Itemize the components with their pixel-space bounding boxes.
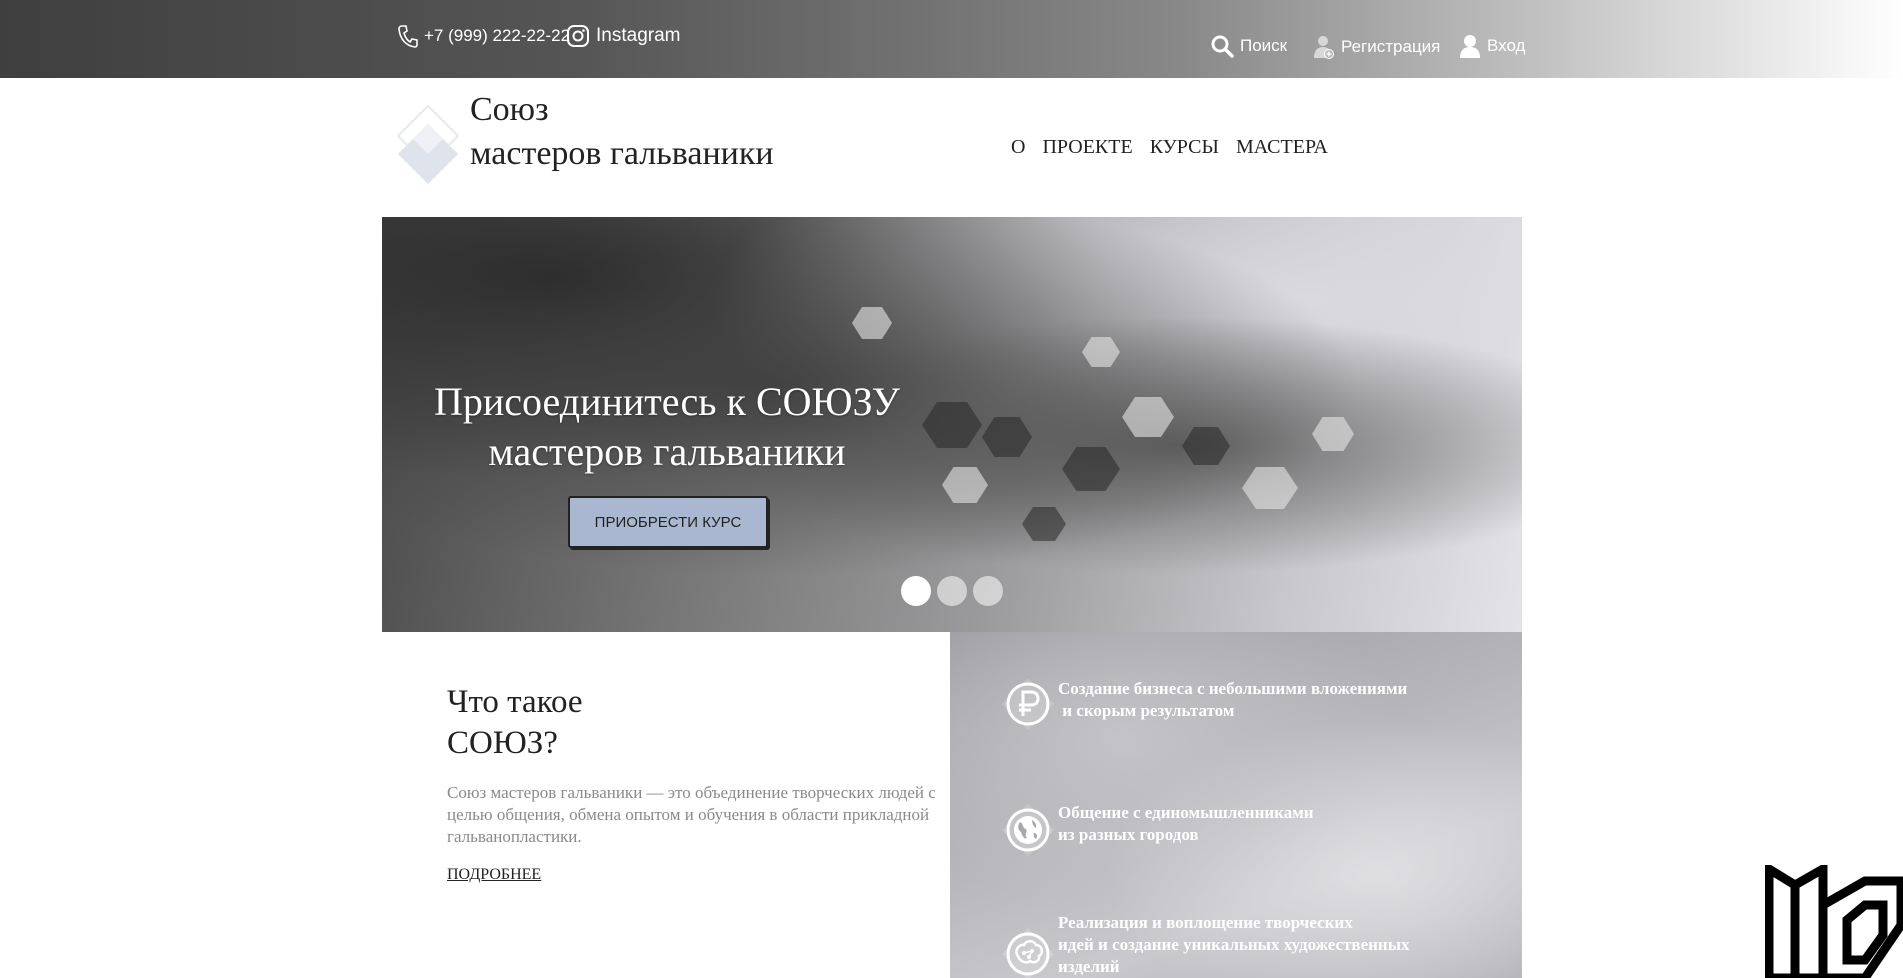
register-label: Регистрация xyxy=(1341,37,1441,56)
feature-2-line-2: из разных городов xyxy=(1058,825,1199,844)
add-user-icon xyxy=(1314,36,1334,59)
hero-decor xyxy=(982,417,1032,457)
phone-link[interactable]: +7 (999) 222-22-22 xyxy=(398,24,570,48)
main-nav: О ПРОЕКТЕ КУРСЫ МАСТЕРА xyxy=(1011,136,1345,159)
nav-item-o[interactable]: О xyxy=(1011,136,1025,159)
about-text: Союз мастеров гальваники — это объединен… xyxy=(447,783,936,846)
feature-3-line-3: изделий xyxy=(1058,957,1120,976)
hero-title: Присоединитесь к СОЮЗУ мастеров гальвани… xyxy=(382,377,952,477)
feature-text-2: Общение с единомышленниками из разных го… xyxy=(1058,802,1314,846)
feature-text-1: Создание бизнеса с небольшими вложениями… xyxy=(1058,678,1407,722)
more-link[interactable]: ПОДРОБНЕЕ xyxy=(447,866,541,884)
hero-decor xyxy=(1082,337,1120,367)
instagram-icon xyxy=(567,25,589,47)
slider-dot-1[interactable] xyxy=(901,576,931,606)
logo-line-1: Союз xyxy=(470,91,549,128)
phone-number: +7 (999) 222-22-22 xyxy=(424,26,571,45)
search-link[interactable]: Поиск xyxy=(1210,34,1287,58)
nav-item-masters[interactable]: МАСТЕРА xyxy=(1236,136,1328,159)
hero-decor xyxy=(1182,427,1230,465)
hero-decor xyxy=(1022,507,1066,541)
logo-line-2: мастеров гальваники xyxy=(470,135,774,172)
nav-item-courses[interactable]: КУРСЫ xyxy=(1150,136,1219,159)
hero-decor xyxy=(1122,397,1174,437)
hero-decor xyxy=(1312,417,1354,451)
hero-slider: Присоединитесь к СОЮЗУ мастеров гальвани… xyxy=(382,217,1522,632)
feature-3-line-1: Реализация и воплощение творческих xyxy=(1058,913,1353,932)
hero-decor xyxy=(1242,467,1298,509)
search-label: Поиск xyxy=(1240,36,1288,55)
instagram-link[interactable]: Instagram xyxy=(566,24,680,48)
hero-title-line-1: Присоединитесь к СОЮЗУ xyxy=(433,379,901,424)
about-title-line-1: Что такое xyxy=(447,684,583,720)
search-icon xyxy=(1211,35,1234,58)
user-icon xyxy=(1460,35,1480,58)
slider-dots xyxy=(901,576,1009,606)
feature-2-line-1: Общение с единомышленниками xyxy=(1058,803,1314,822)
hero-decor xyxy=(1062,447,1120,491)
buy-course-button[interactable]: ПРИОБРЕСТИ КУРС xyxy=(568,496,768,548)
top-bar: +7 (999) 222-22-22 Instagram Поиск Регис… xyxy=(0,0,1903,78)
hero-title-line-2: мастеров гальваники xyxy=(488,429,846,474)
feature-text-3: Реализация и воплощение творческих идей … xyxy=(1058,912,1410,978)
features-panel: Создание бизнеса с небольшими вложениями… xyxy=(950,632,1522,978)
login-label: Вход xyxy=(1487,36,1526,55)
slider-dot-2[interactable] xyxy=(937,576,967,606)
phone-icon xyxy=(398,25,418,48)
brain-icon xyxy=(1002,928,1054,978)
register-link[interactable]: Регистрация xyxy=(1313,34,1440,60)
instagram-label: Instagram xyxy=(596,25,681,46)
feature-1-line-1: Создание бизнеса с небольшими вложениями xyxy=(1058,679,1408,698)
about-title: Что такое СОЮЗ? xyxy=(447,682,583,764)
site-logo-text[interactable]: Союз мастеров гальваники xyxy=(470,88,774,176)
globe-icon xyxy=(1002,804,1054,856)
ruble-icon xyxy=(1002,678,1054,730)
hero-decor xyxy=(852,307,892,339)
watermark-logo-icon xyxy=(1765,865,1903,978)
feature-3-line-2: идей и создание уникальных художественны… xyxy=(1058,935,1410,954)
about-title-line-2: СОЮЗ? xyxy=(447,725,558,761)
logo-icon[interactable] xyxy=(388,98,468,196)
nav-item-project[interactable]: ПРОЕКТЕ xyxy=(1042,136,1132,159)
login-link[interactable]: Вход xyxy=(1459,34,1525,58)
feature-1-line-2: и скорым результатом xyxy=(1058,701,1235,720)
slider-dot-3[interactable] xyxy=(973,576,1003,606)
